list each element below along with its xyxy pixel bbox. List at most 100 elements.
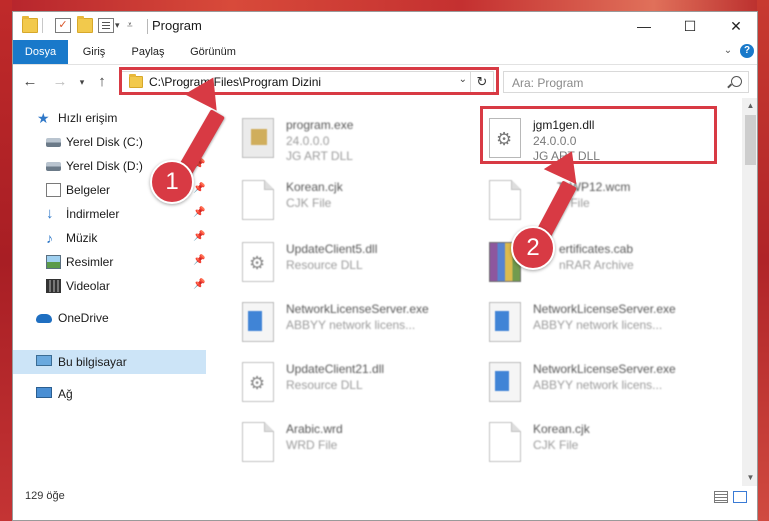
sidebar-item-this-pc[interactable]: Bu bilgisayar: [13, 350, 206, 374]
address-bar[interactable]: C:\Program Files\Program Dizini ⌄ ↻: [120, 71, 494, 93]
file-tile[interactable]: UpdateClient5.dll Resource DLL: [236, 238, 468, 294]
search-placeholder: Ara: Program: [512, 76, 584, 90]
sidebar-item-label: Müzik: [66, 231, 98, 245]
file-tile[interactable]: UpdateClient21.dll Resource DLL: [236, 358, 468, 414]
tab-file[interactable]: Dosya: [13, 40, 68, 64]
file-type: ABBYY network licens...: [533, 378, 663, 392]
sidebar-item-music[interactable]: ♪ Müzik 📌: [13, 226, 206, 250]
forward-arrow-icon[interactable]: →: [51, 73, 69, 91]
desktop-background-right: [757, 0, 769, 521]
address-path[interactable]: C:\Program Files\Program Dizini: [149, 75, 321, 89]
vertical-scrollbar[interactable]: ▲ ▼: [742, 98, 757, 486]
file-version: 24.0.0.0: [286, 134, 330, 148]
gear-file-icon: [489, 118, 521, 158]
file-name: jgm1gen.dll: [533, 118, 595, 132]
file-explorer-window: ✓ ▾ ⩡ Program — ☐ ✕ Dosya Giriş Paylaş G…: [12, 11, 758, 521]
ribbon-expand-chevron-icon[interactable]: ⌄: [721, 44, 735, 58]
navigation-pane: ★ Hızlı erişim Yerel Disk (C:) 📌 Yerel D…: [13, 98, 206, 486]
pin-icon[interactable]: 📌: [193, 207, 205, 218]
tab-view[interactable]: Görünüm: [182, 40, 244, 64]
back-arrow-icon[interactable]: ←: [21, 73, 39, 91]
document-icon: [489, 422, 521, 462]
pin-icon[interactable]: 📌: [193, 279, 205, 290]
file-tile[interactable]: NetworkLicenseServer.exe ABBYY network l…: [483, 358, 715, 414]
maximize-button[interactable]: ☐: [667, 12, 713, 40]
pin-icon[interactable]: 📌: [193, 231, 205, 242]
close-button[interactable]: ✕: [713, 12, 757, 40]
file-type: CJK File: [286, 196, 332, 210]
file-type: ABBYY network licens...: [533, 318, 663, 332]
exe-icon: [242, 118, 274, 158]
sidebar-item-local-disk-c[interactable]: Yerel Disk (C:) 📌: [13, 130, 206, 154]
download-arrow-icon: ↓: [46, 205, 54, 222]
document-icon: [489, 180, 521, 220]
tab-home[interactable]: Giriş: [72, 40, 116, 64]
file-name: NetworkLicenseServer.exe: [533, 302, 676, 316]
file-name: Korean.cjk: [286, 180, 343, 194]
minimize-button[interactable]: —: [621, 12, 667, 40]
file-name: Arabic.wrd: [286, 422, 343, 436]
file-name: NetworkLicenseServer.exe: [286, 302, 429, 316]
sidebar-item-videos[interactable]: Videolar 📌: [13, 274, 206, 298]
app-icon: [489, 362, 521, 402]
gear-file-icon: [242, 242, 274, 282]
pin-icon[interactable]: 📌: [193, 255, 205, 266]
file-tile[interactable]: program.exe 24.0.0.0 JG ART DLL: [236, 114, 468, 170]
drive-icon: [46, 162, 61, 171]
search-input[interactable]: Ara: Program: [503, 71, 749, 93]
customize-toolbar-icon[interactable]: ⩡: [127, 18, 143, 33]
sidebar-item-onedrive[interactable]: OneDrive: [13, 306, 206, 330]
scrollbar-thumb[interactable]: [745, 115, 756, 165]
file-type: Resource DLL: [286, 258, 363, 272]
file-name: program.exe: [286, 118, 354, 132]
ribbon-tabs: Dosya Giriş Paylaş Görünüm ⌄ ?: [13, 40, 757, 65]
file-name: UpdateClient5.dll: [286, 242, 378, 256]
file-tile[interactable]: Arabic.wrd WRD File: [236, 418, 468, 474]
status-bar: 129 öğe: [13, 486, 757, 510]
search-icon: [731, 76, 742, 87]
file-type: WRD File: [286, 438, 338, 452]
sidebar-item-network[interactable]: Ağ: [13, 382, 206, 406]
file-list: program.exe 24.0.0.0 JG ART DLL jgm1gen.…: [206, 98, 742, 486]
refresh-button[interactable]: ↻: [470, 72, 493, 92]
sidebar-item-label: Yerel Disk (D:): [66, 159, 143, 173]
properties-check-icon[interactable]: ✓: [55, 18, 71, 33]
window-title: Program: [152, 18, 202, 33]
file-tile[interactable]: Korean.cjk CJK File: [483, 418, 715, 474]
sidebar-item-quick-access[interactable]: ★ Hızlı erişim: [13, 106, 206, 130]
file-tile[interactable]: NetworkLicenseServer.exe ABBYY network l…: [483, 298, 715, 354]
network-icon: [36, 387, 52, 398]
rename-icon[interactable]: [98, 18, 114, 33]
large-icons-view-icon[interactable]: [733, 491, 747, 503]
scroll-down-arrow-icon[interactable]: ▼: [742, 470, 757, 486]
details-view-icon[interactable]: [714, 491, 728, 503]
film-strip-icon: [46, 279, 61, 293]
file-tile[interactable]: NetworkLicenseServer.exe ABBYY network l…: [236, 298, 468, 354]
file-name: ertificates.cab: [559, 242, 634, 256]
title-separator: [147, 19, 148, 34]
sidebar-item-pictures[interactable]: Resimler 📌: [13, 250, 206, 274]
sidebar-item-label: Resimler: [66, 255, 114, 269]
sidebar-item-downloads[interactable]: ↓ İndirmeler 📌: [13, 202, 206, 226]
recent-locations-chevron-icon[interactable]: ▾: [73, 73, 91, 91]
help-icon[interactable]: ?: [740, 44, 754, 58]
app-icon: [489, 302, 521, 342]
document-icon: [242, 422, 274, 462]
up-arrow-icon[interactable]: ↑: [93, 73, 111, 91]
star-icon: ★: [37, 110, 50, 126]
scroll-up-arrow-icon[interactable]: ▲: [742, 98, 757, 114]
address-dropdown-chevron-icon[interactable]: ⌄: [459, 74, 467, 85]
file-description: JG ART DLL: [286, 149, 353, 163]
new-folder-icon[interactable]: [77, 16, 93, 33]
tab-share[interactable]: Paylaş: [123, 40, 173, 64]
gear-file-icon: [242, 362, 274, 402]
file-tile[interactable]: ToWP12.wcm M File: [483, 176, 715, 232]
file-tile-selected[interactable]: jgm1gen.dll 24.0.0.0 JG ART DLL: [483, 114, 715, 170]
file-type: CJK File: [533, 438, 579, 452]
file-type: Resource DLL: [286, 378, 363, 392]
pin-icon[interactable]: 📌: [193, 183, 205, 194]
cloud-icon: [36, 314, 52, 323]
sidebar-item-label: Ağ: [58, 387, 73, 401]
file-tile[interactable]: Korean.cjk CJK File: [236, 176, 468, 232]
title-bar: ✓ ▾ ⩡ Program — ☐ ✕: [13, 12, 757, 40]
